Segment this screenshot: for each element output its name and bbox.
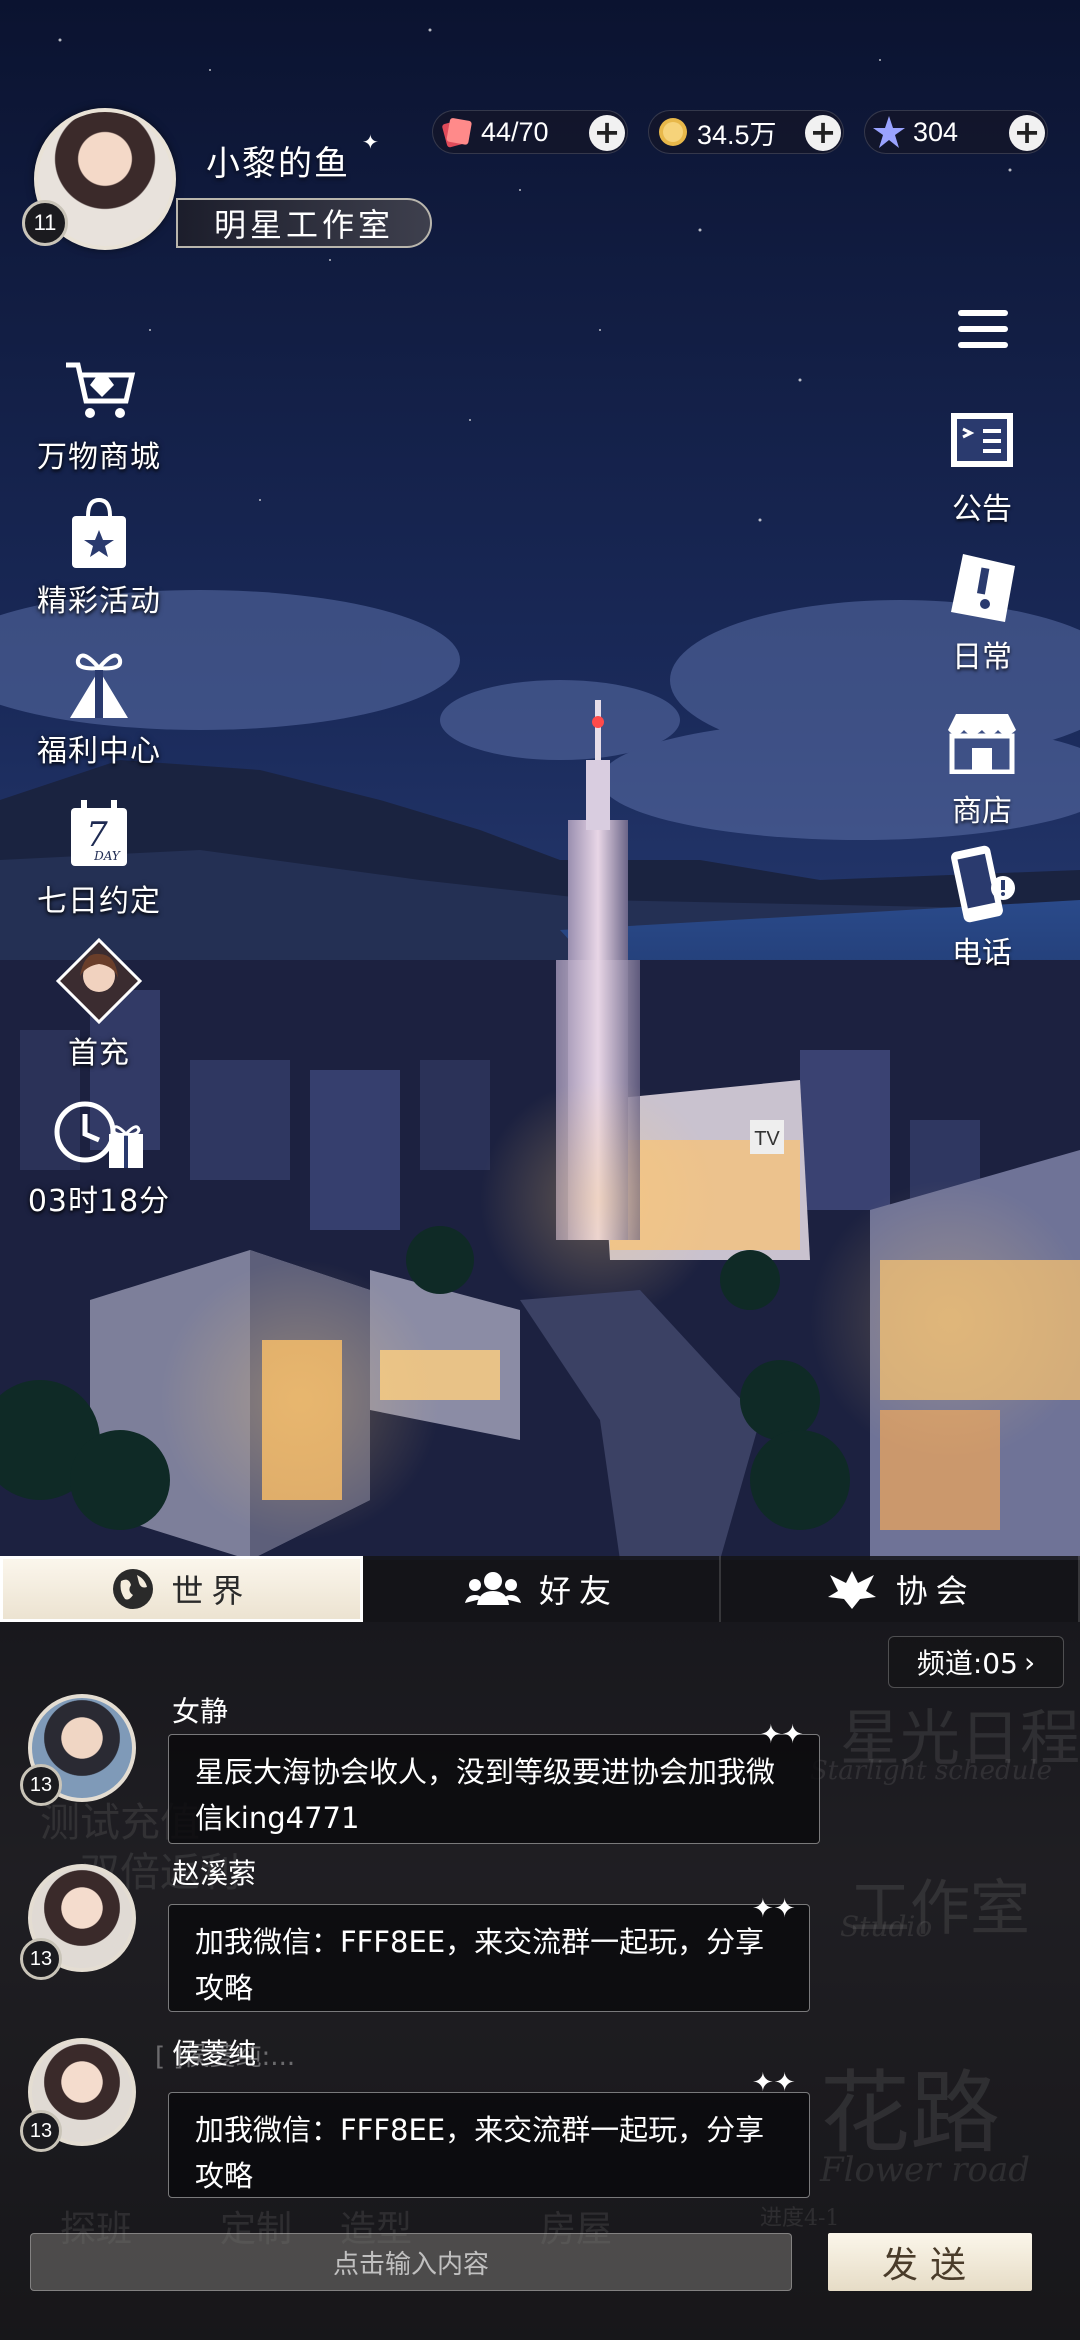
message-sender: 侯菱纯: [172, 2037, 257, 2070]
store-icon: [942, 702, 1022, 782]
menu-seven-day[interactable]: 7 DAY 七日约定: [14, 794, 184, 920]
menu-welfare[interactable]: 福利中心: [14, 644, 184, 770]
add-stars-button[interactable]: +: [1009, 115, 1045, 151]
tab-world[interactable]: 世界: [0, 1556, 363, 1622]
menu-daily[interactable]: 日常: [922, 548, 1042, 676]
menu-events[interactable]: 精彩活动: [14, 494, 184, 620]
menu-first-charge[interactable]: 首充: [14, 936, 184, 1072]
menu-notice[interactable]: 公告: [922, 400, 1042, 528]
add-gold-button[interactable]: +: [805, 115, 841, 151]
chat-input[interactable]: 点击输入内容: [30, 2233, 792, 2291]
menu-seven-day-label: 七日约定: [37, 884, 161, 919]
tab-guild[interactable]: 协会: [721, 1556, 1080, 1622]
clock-gift-icon: [51, 1094, 147, 1174]
main-menu-button[interactable]: [958, 310, 1008, 350]
chat-tabs: 世界 好友 协会: [0, 1556, 1080, 1622]
sparkle-icon: ✦✦: [760, 1720, 804, 1750]
player-name: 小黎的鱼: [206, 144, 350, 184]
guild-emblem-icon: [824, 1567, 880, 1611]
message-text-line: 攻略: [195, 1971, 254, 2005]
star-value: 304: [913, 116, 959, 147]
message-level-badge: 13: [20, 1938, 62, 1980]
shopping-cart-icon: [59, 350, 139, 430]
message-text-line: 信king4771: [195, 1801, 360, 1835]
message-text-line: 星辰大海协会收人，没到等级要进协会加我微: [195, 1755, 776, 1789]
stamina-counter: 44/70 +: [432, 110, 628, 154]
message-sender: 赵溪萦: [172, 1857, 257, 1890]
calendar-7day-icon: 7 DAY: [59, 794, 139, 874]
gold-value: 34.5万: [697, 119, 777, 150]
chat-input-placeholder: 点击输入内容: [332, 2249, 489, 2280]
message-text-line: 加我微信：FFF8EE，来交流群一起玩，分享: [195, 1925, 765, 1959]
studio-button[interactable]: 明星工作室: [176, 198, 432, 248]
menu-phone-label: 电话: [952, 936, 1012, 971]
sparkle-icon: ✦✦: [752, 1894, 796, 1924]
message-bubble: 加我微信：FFF8EE，来交流群一起玩，分享 攻略: [168, 1904, 810, 2012]
gift-bag-icon: [59, 494, 139, 574]
menu-mall-label: 万物商城: [37, 440, 161, 475]
menu-mall[interactable]: 万物商城: [14, 350, 184, 476]
menu-notice-label: 公告: [952, 492, 1012, 527]
message-text-line: 攻略: [195, 2159, 254, 2193]
menu-timed-gift[interactable]: 03时18分: [14, 1094, 184, 1220]
tab-friends[interactable]: 好友: [363, 1556, 722, 1622]
gift-bow-icon: [59, 644, 139, 724]
sparkle-icon: ✦✦: [752, 2068, 796, 2098]
star-counter: 304 +: [864, 110, 1048, 154]
tv-sign: TV: [754, 1128, 780, 1150]
menu-phone[interactable]: 电话: [922, 844, 1042, 972]
channel-selector[interactable]: 频道:05 ›: [888, 1636, 1064, 1688]
channel-label: 频道:05: [916, 1647, 1018, 1680]
friends-icon: [463, 1567, 523, 1611]
menu-events-label: 精彩活动: [37, 584, 161, 619]
daily-tag-icon: [942, 548, 1022, 628]
stamina-ticket-icon: [437, 112, 477, 152]
hamburger-icon: [958, 310, 1008, 316]
sparkle-icon: ✦: [362, 130, 379, 154]
chevron-right-icon: ›: [1023, 1645, 1036, 1679]
send-button[interactable]: 发送: [828, 2233, 1032, 2291]
message-level-badge: 13: [20, 2110, 62, 2152]
add-stamina-button[interactable]: +: [589, 115, 625, 151]
star-gem-icon: [869, 112, 909, 152]
stamina-value: 44/70: [481, 116, 549, 147]
message-bubble: 加我微信：FFF8EE，来交流群一起玩，分享 攻略: [168, 2092, 810, 2198]
gold-coin-icon: [653, 112, 693, 152]
message-level-badge: 13: [20, 1764, 62, 1806]
phone-icon: [942, 844, 1022, 924]
menu-daily-label: 日常: [952, 640, 1012, 675]
tab-friends-label: 好友: [539, 1572, 620, 1610]
message-sender: 女静: [172, 1695, 229, 1728]
globe-icon: [111, 1567, 155, 1611]
menu-first-charge-label: 首充: [68, 1036, 130, 1071]
calendar-day-text: DAY: [93, 849, 121, 863]
timed-gift-countdown: 03时18分: [27, 1184, 171, 1219]
tab-world-label: 世界: [171, 1572, 252, 1610]
player-level-badge: 11: [22, 200, 68, 246]
menu-shop-label: 商店: [952, 794, 1012, 829]
notice-board-icon: [942, 400, 1022, 480]
player-avatar-button[interactable]: 11: [22, 108, 176, 250]
menu-shop[interactable]: 商店: [922, 702, 1042, 830]
character-portrait-icon: [54, 936, 144, 1026]
tab-guild-label: 协会: [895, 1572, 976, 1610]
message-bubble: 星辰大海协会收人，没到等级要进协会加我微 信king4771: [168, 1734, 820, 1844]
menu-welfare-label: 福利中心: [37, 734, 161, 769]
message-text-line: 加我微信：FFF8EE，来交流群一起玩，分享: [195, 2113, 765, 2147]
gold-counter: 34.5万 +: [648, 110, 844, 154]
